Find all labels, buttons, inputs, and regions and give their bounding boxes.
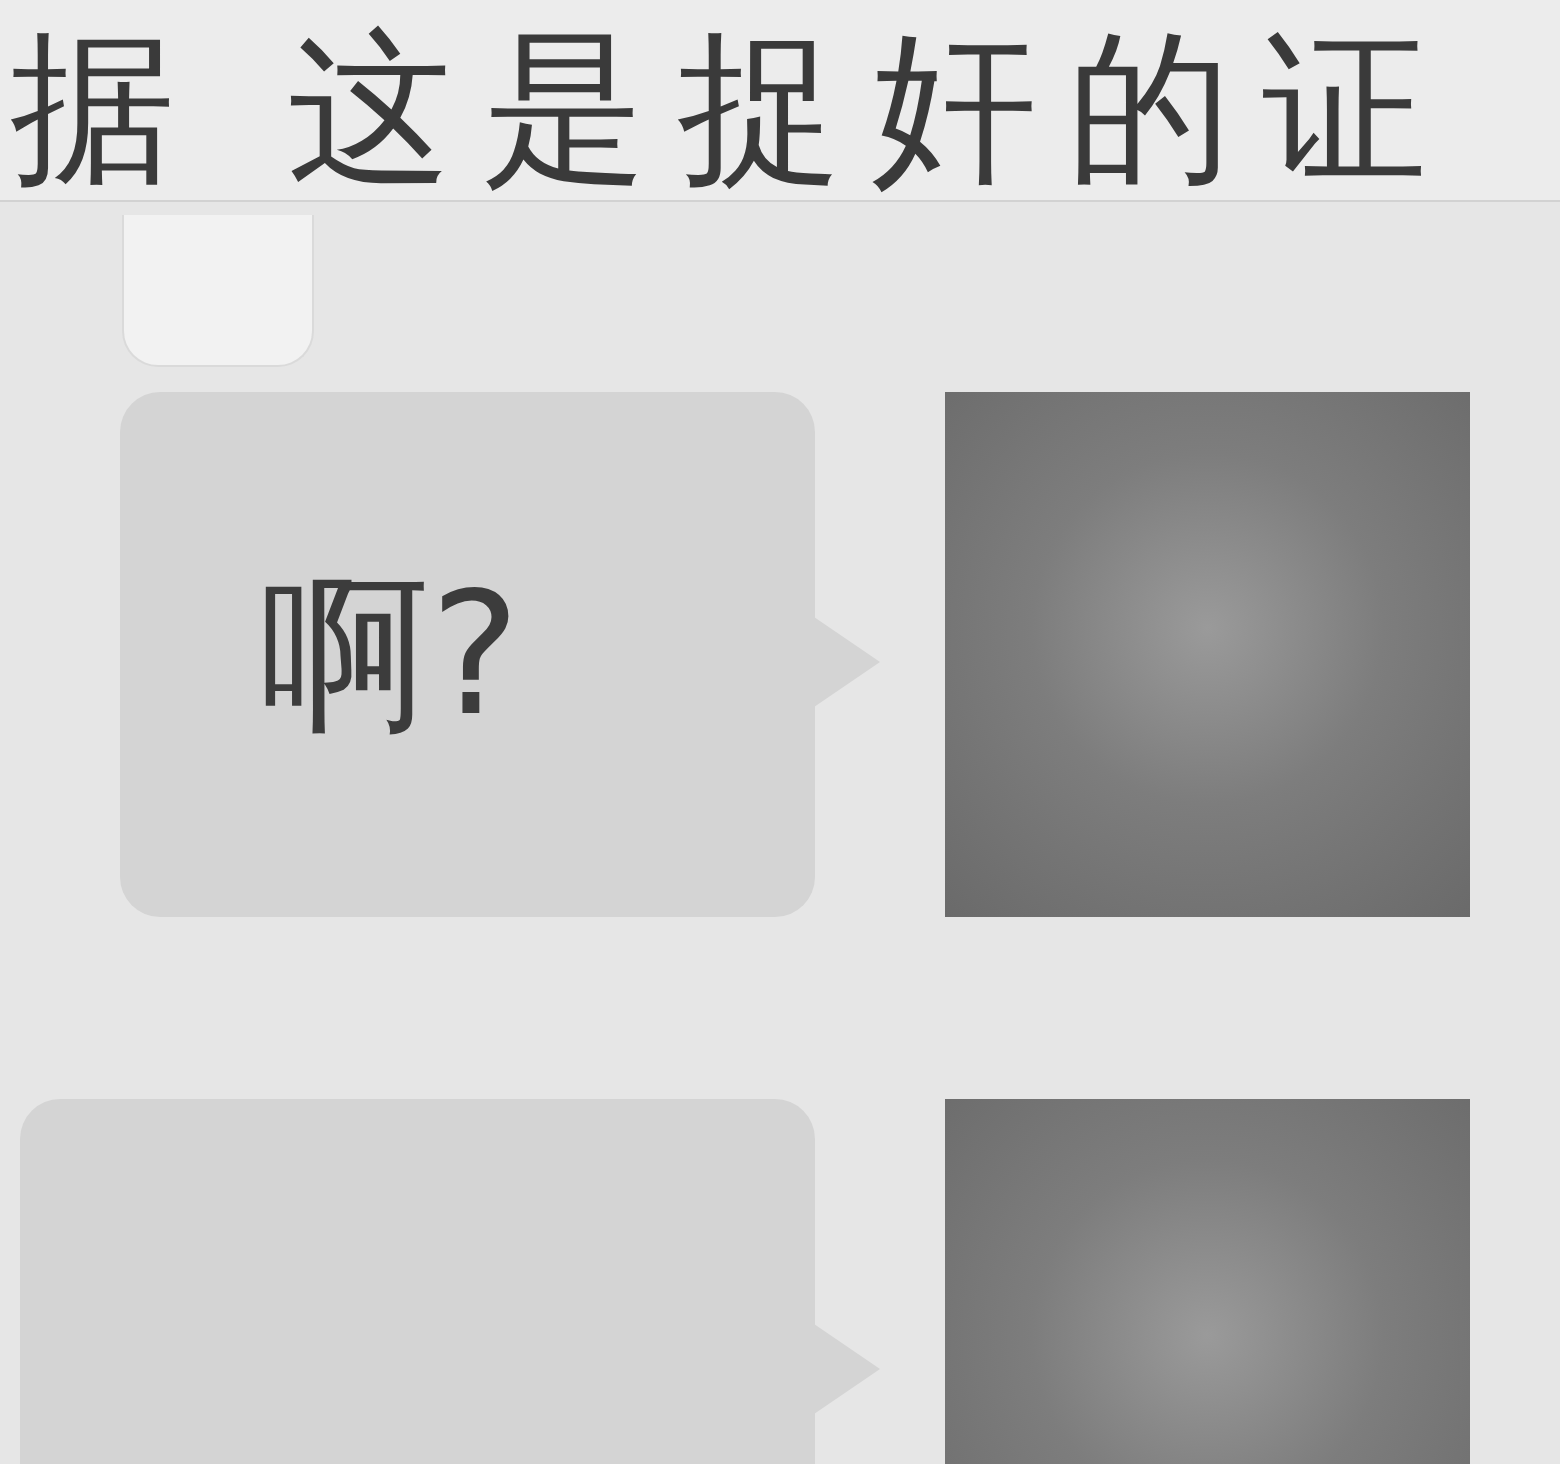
avatar-icon[interactable] (945, 1099, 1470, 1464)
message-list: 啊? (0, 202, 1560, 1464)
message-bubble[interactable] (20, 1099, 815, 1464)
header-tab[interactable] (122, 215, 314, 367)
message-row: 啊? (0, 392, 1560, 917)
message-row (0, 1099, 1560, 1464)
message-bubble[interactable]: 啊? (120, 392, 815, 917)
avatar-icon[interactable] (945, 392, 1470, 917)
chat-header: 据 这是捉奸的证 (0, 0, 1560, 202)
message-text: 啊? (260, 552, 520, 756)
chat-screen: 据 这是捉奸的证 啊? (0, 0, 1560, 1464)
chat-title: 据 这是捉奸的证 (10, 18, 1560, 200)
